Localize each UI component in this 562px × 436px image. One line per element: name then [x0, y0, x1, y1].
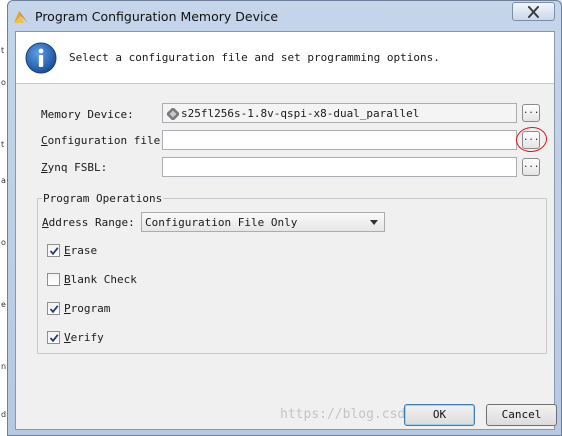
- verify-checkbox[interactable]: [47, 331, 60, 344]
- verify-label: Verify: [64, 331, 104, 344]
- background-char: d: [1, 410, 7, 419]
- background-char: o: [1, 238, 6, 247]
- address-range-mnemonic: A: [42, 216, 49, 229]
- checkmark-icon: [49, 334, 59, 343]
- dialog-content: Select a configuration file and set prog…: [15, 31, 557, 430]
- blank-check-mnemonic: B: [64, 273, 71, 286]
- info-icon: [25, 42, 57, 74]
- erase-checkbox[interactable]: [47, 244, 60, 257]
- blank-check-label-text: lank Check: [70, 273, 137, 286]
- checkmark-icon: [49, 305, 59, 314]
- configuration-file-label-text: onfiguration file:: [47, 134, 167, 147]
- title-bar[interactable]: Program Configuration Memory Device: [8, 1, 561, 31]
- program-config-dialog: Program Configuration Memory Device Sele…: [7, 0, 562, 436]
- memory-device-browse-button[interactable]: ...: [522, 104, 540, 122]
- background-char: e: [1, 300, 6, 309]
- memory-device-field: s25fl256s-1.8v-qspi-x8-dual_parallel: [162, 103, 517, 123]
- background-char: n: [1, 362, 7, 371]
- window-title: Program Configuration Memory Device: [35, 9, 279, 24]
- program-mnemonic: P: [64, 302, 71, 315]
- header-instruction: Select a configuration file and set prog…: [69, 51, 440, 64]
- background-char: a: [1, 176, 6, 185]
- program-operations-title: Program Operations: [42, 192, 164, 205]
- erase-label-text: rase: [70, 244, 98, 257]
- zynq-fsbl-browse-button[interactable]: ...: [522, 158, 540, 176]
- memory-device-label: Memory Device:: [41, 108, 134, 121]
- header-band: Select a configuration file and set prog…: [16, 32, 554, 84]
- erase-label: Erase: [64, 244, 97, 257]
- blank-check-label: Blank Check: [64, 273, 137, 286]
- configuration-file-browse-button[interactable]: ...: [522, 131, 540, 149]
- checkmark-icon: [49, 247, 59, 256]
- cancel-button[interactable]: Cancel: [486, 404, 557, 426]
- address-range-selected: Configuration File Only: [145, 216, 298, 229]
- ok-button[interactable]: OK: [404, 404, 475, 426]
- zynq-fsbl-label-text: ynq FSBL:: [47, 161, 108, 174]
- verify-mnemonic: V: [64, 331, 71, 344]
- configuration-file-mnemonic: C: [41, 134, 48, 147]
- program-checkbox[interactable]: [47, 302, 60, 315]
- close-icon: [528, 6, 539, 18]
- background-char: t: [1, 46, 5, 55]
- program-label: Program: [64, 302, 110, 315]
- zynq-fsbl-mnemonic: Z: [41, 161, 48, 174]
- program-label-text: rogram: [70, 302, 111, 315]
- address-range-label-text: ddress Range:: [48, 216, 135, 229]
- background-char: t: [1, 140, 5, 149]
- configuration-file-input[interactable]: [162, 130, 517, 150]
- configuration-file-label: Configuration file:: [41, 134, 167, 147]
- chevron-down-icon: [370, 220, 378, 225]
- background-char: o: [1, 78, 6, 87]
- vivado-logo-icon: [14, 11, 28, 23]
- address-range-dropdown[interactable]: Configuration File Only: [141, 212, 385, 232]
- blank-check-checkbox[interactable]: [47, 273, 60, 286]
- zynq-fsbl-label: Zynq FSBL:: [41, 161, 107, 174]
- verify-label-text: erify: [70, 331, 104, 344]
- zynq-fsbl-input[interactable]: [162, 157, 517, 177]
- address-range-label: Address Range:: [42, 216, 135, 229]
- memory-device-value: s25fl256s-1.8v-qspi-x8-dual_parallel: [181, 107, 420, 120]
- program-operations-group: Program Operations Address Range: Config…: [37, 192, 547, 354]
- erase-mnemonic: E: [64, 244, 71, 257]
- close-button[interactable]: [512, 2, 555, 21]
- memory-chip-icon: [167, 108, 179, 120]
